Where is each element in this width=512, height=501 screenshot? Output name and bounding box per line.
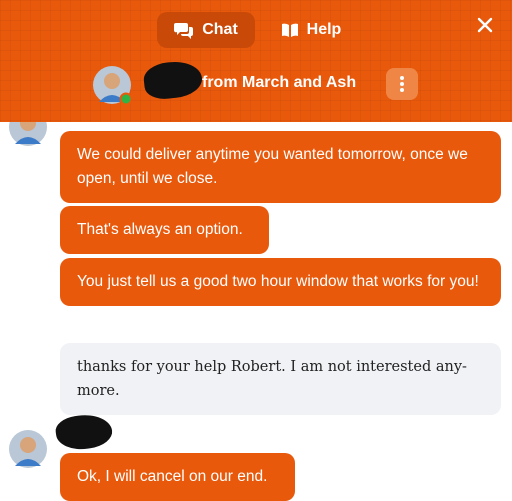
book-icon: [281, 23, 298, 37]
redacted-sender-name: [53, 411, 115, 453]
vertical-dots-icon: [400, 76, 404, 92]
chat-bubbles-icon: [174, 23, 194, 39]
agent-message: You just tell us a good two hour window …: [60, 258, 501, 306]
agent-avatar: [93, 66, 131, 104]
close-icon[interactable]: [472, 12, 498, 38]
online-status-dot: [119, 92, 131, 104]
agent-message: We could deliver anytime you wanted tomo…: [60, 131, 501, 203]
agent-company: from March and Ash: [202, 74, 357, 91]
redacted-agent-name: [142, 59, 204, 101]
tab-help-label: Help: [306, 21, 342, 38]
agent-message: Ok, I will cancel on our end.: [60, 453, 295, 501]
agent-message: That's always an option.: [60, 206, 269, 254]
agent-avatar: [9, 430, 47, 468]
user-message: thanks for your help Robert. I am not in…: [60, 343, 501, 415]
tab-chat[interactable]: Chat: [157, 12, 255, 48]
more-options-button[interactable]: [386, 68, 418, 100]
tab-chat-label: Chat: [202, 21, 238, 38]
chat-header: Chat Help from March and Ash: [0, 0, 512, 122]
tab-help[interactable]: Help: [266, 12, 356, 48]
